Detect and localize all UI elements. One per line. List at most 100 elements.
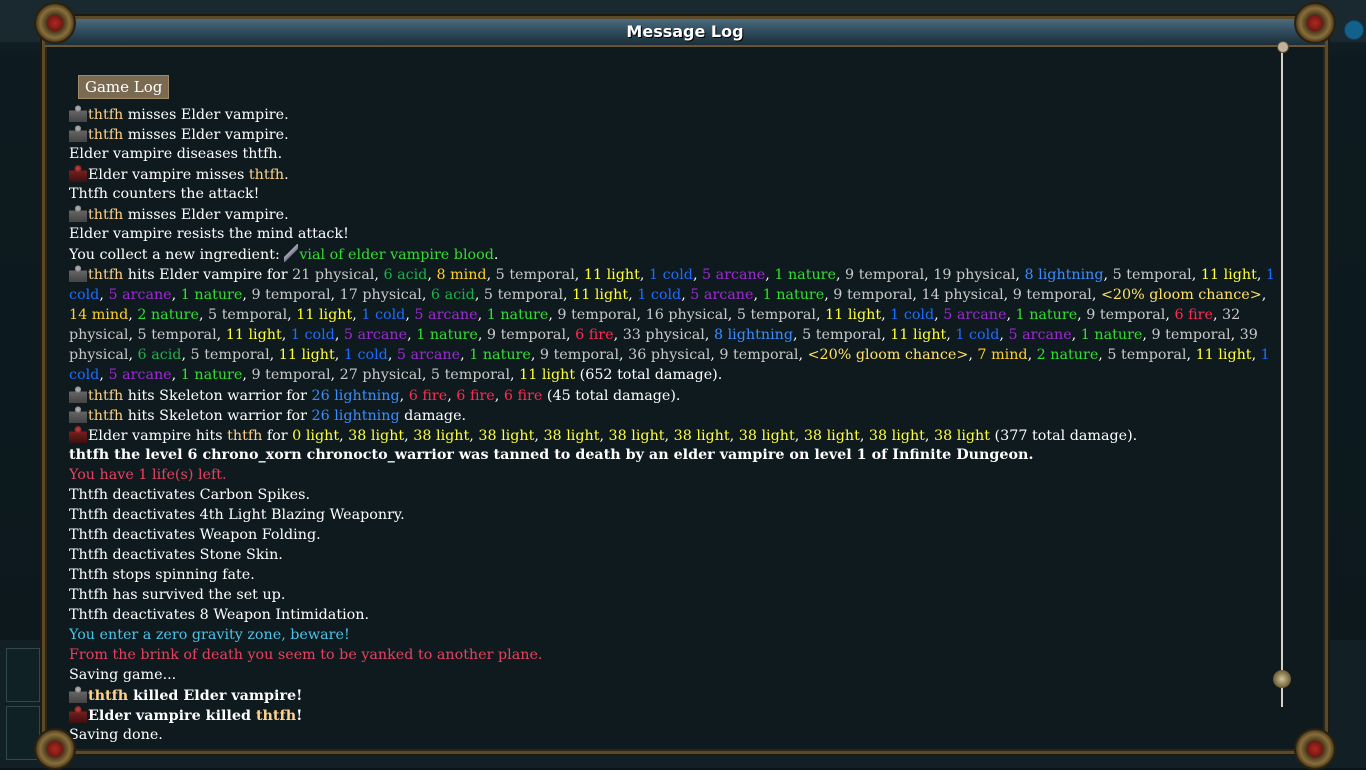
log-segment: , [1212,307,1223,323]
scrollbar-top-cap[interactable] [1277,41,1289,53]
log-segment: , [216,327,226,343]
log-line: Elder vampire resists the mind attack! [69,224,1284,244]
frame-corner-ornament [1294,728,1336,770]
log-segment: , [530,347,540,363]
log-segment: 33 physical [622,327,705,343]
log-segment: , [574,267,584,283]
log-segment: , [334,347,344,363]
frame-corner-ornament [1294,2,1336,44]
log-line: Thtfh deactivates 8 Weapon Intimidation. [69,605,1284,625]
log-segment: , [269,347,279,363]
log-segment: (652 total damage). [575,367,723,383]
log-segment: 5 arcane [943,307,1007,323]
log-segment: , [334,327,344,343]
log-segment: for [262,428,293,444]
log-segment: , [924,428,935,444]
log-segment: thtfh [255,708,297,724]
log-segment: Saving game... [69,667,177,683]
log-segment: 5 arcane [702,267,766,283]
log-scrollbar[interactable] [1273,41,1291,707]
log-segment: , [599,428,609,444]
log-segment: , [1103,267,1113,283]
log-segment: 1 nature [180,287,243,303]
log-segment: 9 temporal [539,347,620,363]
log-segment: hits Skeleton warrior for [123,388,312,404]
log-segment: From the brink of death you seem to be y… [69,647,543,663]
log-segment: , [128,327,138,343]
log-segment: , [613,327,623,343]
log-segment: , [399,388,409,404]
log-segment: 19 physical [933,267,1016,283]
log-segment: misses Elder vampire. [123,207,289,223]
log-line: Thtfh counters the attack! [69,184,1284,204]
log-segment: . [493,247,499,263]
log-segment: 8 lightning [1024,267,1104,283]
tab-game-log[interactable]: Game Log [78,75,170,99]
log-segment: (377 total damage). [990,428,1138,444]
log-line: thtfh misses Elder vampire. [69,104,1284,124]
log-segment: , [815,307,826,323]
log-segment: , [1256,267,1266,283]
log-segment: 6 fire [1174,307,1213,323]
log-line: thtfh hits Skeleton warrior for 26 light… [69,385,1284,405]
log-segment: 11 light [1200,267,1257,283]
log-segment: , [881,327,891,343]
log-segment: 6 acid [430,287,475,303]
log-segment: 9 temporal [719,347,799,363]
log-segment: (45 total damage). [542,388,681,404]
log-segment: 0 light [292,428,340,444]
log-segment: Saving done. [69,727,163,743]
log-line: Elder vampire killed thtfh! [69,705,1284,725]
log-segment: 26 lightning [311,408,400,424]
log-segment: , [477,327,487,343]
scrollbar-thumb[interactable] [1273,670,1291,688]
log-segment: 38 light [543,428,600,444]
log-line: Thtfh deactivates 4th Light Blazing Weap… [69,505,1284,525]
log-segment: Elder vampire misses [88,167,249,183]
log-line: thtfh killed Elder vampire! [69,685,1284,705]
log-segment: , [352,307,362,323]
log-line: Thtfh stops spinning fate. [69,565,1284,585]
log-segment: , [727,307,737,323]
hotbar-slot-left-1[interactable] [6,648,40,702]
scrollbar-track[interactable] [1281,45,1283,707]
log-segment: , [1091,287,1101,303]
log-segment: , [924,267,934,283]
player-portrait-icon [69,264,87,282]
elder-vampire-portrait-icon [69,164,87,182]
log-segment: 9 temporal [833,287,913,303]
log-segment: 1 cold [955,327,1000,343]
log-segment: 1 nature [762,287,825,303]
log-segment: , [387,347,397,363]
log-segment: 5 arcane [414,307,478,323]
log-segment: ! [296,708,303,724]
log-segment: , [330,287,340,303]
log-segment: 38 light [413,428,470,444]
log-segment: , [421,287,431,303]
log-segment: , [824,287,834,303]
log-segment: 11 light [583,267,640,283]
log-segment: 5 temporal [1107,347,1187,363]
log-segment: 16 physical [645,307,728,323]
log-segment: 2 nature [1036,347,1099,363]
app-corner-icon[interactable] [1344,20,1364,40]
dialog-titlebar[interactable]: Message Log [45,19,1325,47]
log-segment: <20% gloom chance> [807,347,969,363]
log-segment: thtfh [88,388,124,404]
vial-icon [284,244,299,262]
log-segment: , [765,267,775,283]
message-log-list: thtfh misses Elder vampire. thtfh misses … [69,104,1284,745]
log-segment: , [287,307,297,323]
log-segment: hits Skeleton warrior for [123,408,312,424]
log-segment: , [339,428,349,444]
log-line: Elder vampire misses thtfh. [69,164,1284,184]
player-portrait-icon [69,204,87,222]
log-segment: 21 physical [292,267,375,283]
log-segment: 9 temporal [1012,287,1092,303]
log-segment: , [704,327,714,343]
log-segment: killed Elder vampire! [128,688,303,704]
log-segment: 11 light [519,367,576,383]
log-segment: , [681,287,691,303]
log-segment: , [1006,307,1016,323]
log-line: Elder vampire diseases thtfh. [69,144,1284,164]
